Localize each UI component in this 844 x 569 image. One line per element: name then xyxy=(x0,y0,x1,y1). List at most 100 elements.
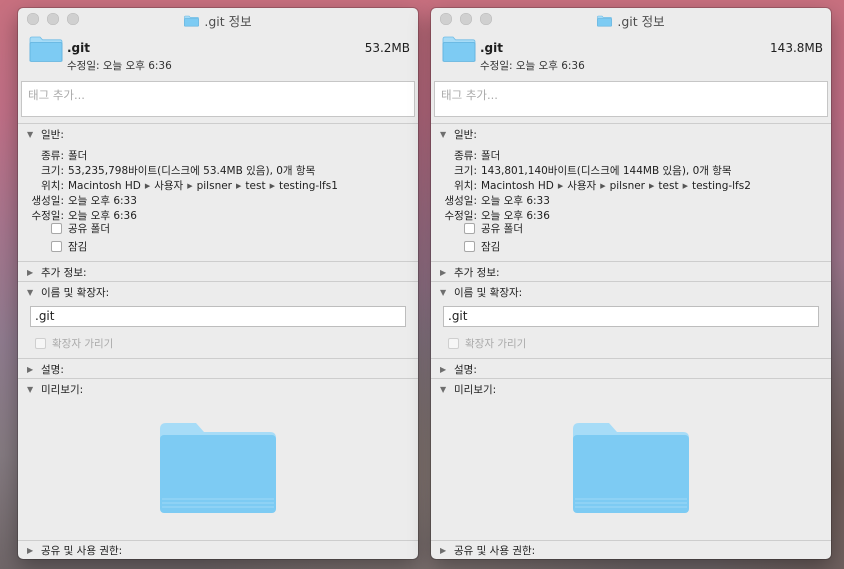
triangle-down-icon[interactable]: ▼ xyxy=(27,288,35,297)
info-window-left: .git 정보 .git 수정일: 오늘 오후 6:36 53.2MB 태그 추… xyxy=(18,8,418,559)
shared-folder-option[interactable]: 공유 폴더 xyxy=(464,221,523,236)
section-name-extension[interactable]: ▼ 이름 및 확장자: xyxy=(440,285,522,300)
folder-icon xyxy=(573,423,689,513)
shared-folder-checkbox[interactable] xyxy=(51,223,62,234)
triangle-down-icon[interactable]: ▼ xyxy=(440,288,448,297)
divider xyxy=(431,378,831,379)
locked-option[interactable]: 잠김 xyxy=(464,239,500,254)
locked-label: 잠김 xyxy=(481,241,501,253)
triangle-right-icon[interactable]: ▶ xyxy=(27,268,35,277)
title-bar[interactable]: .git 정보 xyxy=(18,8,418,30)
locked-label: 잠김 xyxy=(68,241,88,253)
triangle-right-icon[interactable]: ▶ xyxy=(440,546,448,555)
window-title-text: .git 정보 xyxy=(617,14,665,29)
section-name-extension[interactable]: ▼ 이름 및 확장자: xyxy=(27,285,109,300)
locked-checkbox[interactable] xyxy=(51,241,62,252)
section-sharing-label: 공유 및 사용 권한: xyxy=(454,545,536,557)
section-general[interactable]: ▼ 일반: xyxy=(27,127,64,142)
section-comments[interactable]: ▶ 설명: xyxy=(440,362,477,377)
hide-extension-label: 확장자 가리기 xyxy=(52,338,114,350)
path-item[interactable]: pilsner xyxy=(610,180,645,192)
path-item[interactable]: Macintosh HD xyxy=(481,180,554,192)
created-label: 생성일: xyxy=(444,195,477,207)
section-general[interactable]: ▼ 일반: xyxy=(440,127,477,142)
where-label: 위치: xyxy=(41,180,64,192)
path-item[interactable]: testing-lfs1 xyxy=(279,180,338,192)
title-bar[interactable]: .git 정보 xyxy=(431,8,831,30)
triangle-down-icon[interactable]: ▼ xyxy=(27,130,35,139)
section-more-info[interactable]: ▶ 추가 정보: xyxy=(27,265,87,280)
divider xyxy=(431,540,831,541)
path-item[interactable]: test xyxy=(245,180,265,192)
section-comments-label: 설명: xyxy=(454,364,477,376)
created-value: 오늘 오후 6:33 xyxy=(68,195,137,207)
hide-extension-label: 확장자 가리기 xyxy=(465,338,527,350)
divider xyxy=(18,123,418,124)
triangle-right-icon: ▶ xyxy=(187,182,193,190)
path-item[interactable]: pilsner xyxy=(197,180,232,192)
section-sharing[interactable]: ▶ 공유 및 사용 권한: xyxy=(27,543,122,558)
divider xyxy=(431,261,831,262)
section-more-info-label: 추가 정보: xyxy=(454,267,500,279)
modified-value: 오늘 오후 6:36 xyxy=(102,60,172,72)
locked-option[interactable]: 잠김 xyxy=(51,239,87,254)
section-preview-label: 미리보기: xyxy=(41,384,84,396)
section-comments-label: 설명: xyxy=(41,364,64,376)
triangle-right-icon: ▶ xyxy=(144,182,151,190)
shared-folder-checkbox[interactable] xyxy=(464,223,475,234)
section-more-info[interactable]: ▶ 추가 정보: xyxy=(440,265,500,280)
section-preview[interactable]: ▼ 미리보기: xyxy=(27,382,83,397)
path-bar: Macintosh HD ▶ 사용자 ▶ pilsner ▶ test ▶ testing-lf… xyxy=(68,178,338,193)
locked-checkbox[interactable] xyxy=(464,241,475,252)
window-title-text: .git 정보 xyxy=(204,14,252,29)
where-row: 위치: Macintosh HD ▶ 사용자 ▶ pilsner ▶ test ▶ testin… xyxy=(18,178,338,193)
created-row: 생성일: 오늘 오후 6:33 xyxy=(431,193,549,208)
path-item[interactable]: testing-lfs2 xyxy=(692,180,751,192)
tags-input[interactable]: 태그 추가... xyxy=(21,81,415,117)
name-field[interactable]: .git xyxy=(30,306,406,327)
folder-icon xyxy=(29,36,63,62)
window-title: .git 정보 xyxy=(431,11,831,30)
modified-summary: 수정일: 오늘 오후 6:36 xyxy=(480,58,585,73)
name-field[interactable]: .git xyxy=(443,306,819,327)
shared-folder-label: 공유 폴더 xyxy=(481,223,523,235)
kind-value: 폴더 xyxy=(68,150,88,162)
hide-extension-option: 확장자 가리기 xyxy=(35,336,113,351)
section-preview[interactable]: ▼ 미리보기: xyxy=(440,382,496,397)
path-bar: Macintosh HD ▶ 사용자 ▶ pilsner ▶ test ▶ testing-lf… xyxy=(481,178,751,193)
shared-folder-option[interactable]: 공유 폴더 xyxy=(51,221,110,236)
triangle-down-icon[interactable]: ▼ xyxy=(440,385,448,394)
modified-label: 수정일: xyxy=(480,60,513,72)
triangle-right-icon[interactable]: ▶ xyxy=(440,365,448,374)
path-item[interactable]: test xyxy=(658,180,678,192)
section-comments[interactable]: ▶ 설명: xyxy=(27,362,64,377)
divider xyxy=(18,261,418,262)
folder-icon xyxy=(184,15,200,26)
where-row: 위치: Macintosh HD ▶ 사용자 ▶ pilsner ▶ test ▶ testin… xyxy=(431,178,751,193)
triangle-down-icon[interactable]: ▼ xyxy=(27,385,35,394)
path-item[interactable]: Macintosh HD xyxy=(68,180,141,192)
triangle-right-icon[interactable]: ▶ xyxy=(27,546,35,555)
section-sharing[interactable]: ▶ 공유 및 사용 권한: xyxy=(440,543,535,558)
kind-label: 종류: xyxy=(454,150,477,162)
triangle-right-icon[interactable]: ▶ xyxy=(27,365,35,374)
size-value: 143,801,140바이트(디스크에 144MB 있음), 0개 항목 xyxy=(481,165,732,177)
triangle-right-icon: ▶ xyxy=(600,182,606,190)
triangle-right-icon: ▶ xyxy=(269,182,275,190)
triangle-down-icon[interactable]: ▼ xyxy=(440,130,448,139)
section-name-extension-label: 이름 및 확장자: xyxy=(454,287,523,299)
info-header: .git 수정일: 오늘 오후 6:36 143.8MB xyxy=(431,30,831,80)
where-label: 위치: xyxy=(454,180,477,192)
tags-input[interactable]: 태그 추가... xyxy=(434,81,828,117)
section-more-info-label: 추가 정보: xyxy=(41,267,87,279)
created-label: 생성일: xyxy=(31,195,64,207)
folder-icon xyxy=(160,423,276,513)
size-row: 크기: 53,235,798바이트(디스크에 53.4MB 있음), 0개 항목 xyxy=(18,163,315,178)
triangle-right-icon[interactable]: ▶ xyxy=(440,268,448,277)
size-label: 크기: xyxy=(41,165,64,177)
section-sharing-label: 공유 및 사용 권한: xyxy=(41,545,123,557)
path-item[interactable]: 사용자 xyxy=(154,180,183,192)
path-item[interactable]: 사용자 xyxy=(567,180,596,192)
modified-summary: 수정일: 오늘 오후 6:36 xyxy=(67,58,172,73)
divider xyxy=(431,123,831,124)
